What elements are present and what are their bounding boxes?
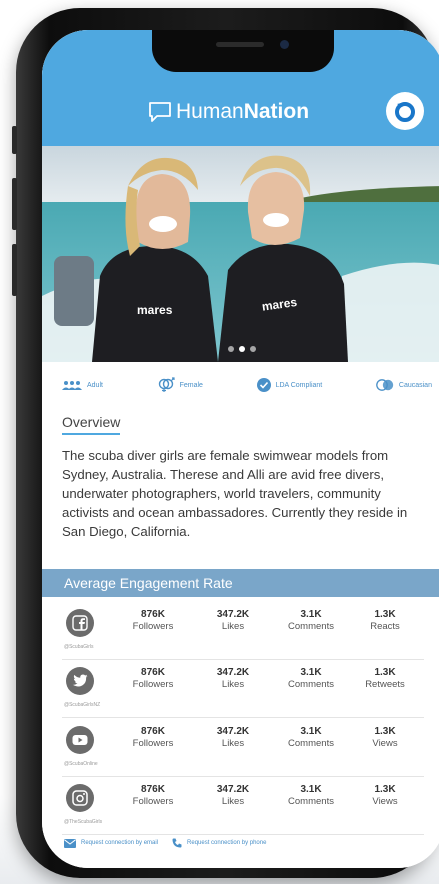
stat-followers: 876K Followers	[132, 609, 174, 632]
engagement-row-facebook[interactable]: @ScubaGirls 876K Followers 347.2K Likes 3.…	[62, 603, 424, 660]
humannation-logo-icon	[395, 102, 415, 122]
brand-name-bold: Nation	[243, 100, 310, 123]
stat-likes: 347.2K Likes	[216, 609, 250, 632]
social-handle: @ScubaOnline	[64, 761, 98, 767]
connect-actions: Request connection by email Request conn…	[64, 838, 266, 848]
twitter-icon[interactable]	[66, 667, 94, 695]
attribute-lda-compliant: LDA Compliant	[256, 378, 323, 392]
mute-switch	[12, 126, 17, 154]
speech-bubble-icon	[149, 102, 171, 122]
stat-likes: 347.2K Likes	[216, 784, 250, 807]
carousel-dot-active[interactable]	[239, 346, 245, 352]
engagement-header: Average Engagement Rate	[42, 569, 439, 597]
email-icon	[64, 838, 76, 848]
brand-name-light: Human	[176, 100, 244, 123]
stat-comments: 3.1K Comments	[288, 667, 334, 690]
app-screen: Human Nation mares mares Adult Female LD…	[42, 30, 439, 868]
carousel-dots[interactable]	[228, 346, 256, 352]
attribute-label: Caucasian	[398, 381, 432, 389]
attribute-label: Female	[179, 381, 203, 389]
engagement-row-twitter[interactable]: @ScubaGirlsNZ 876K Followers 347.2K Likes …	[62, 661, 424, 718]
attribute-female: Female	[157, 377, 203, 393]
profile-logo-button[interactable]	[386, 92, 424, 130]
check-circle-icon	[256, 378, 271, 392]
stat-followers: 876K Followers	[132, 784, 174, 807]
youtube-icon[interactable]	[66, 726, 94, 754]
phone-icon	[172, 838, 182, 848]
request-email-label: Request connection by email	[81, 840, 159, 846]
attribute-tags: Adult Female LDA Compliant Caucasian	[62, 374, 432, 396]
engagement-row-youtube[interactable]: @ScubaOnline 876K Followers 347.2K Likes 3…	[62, 720, 424, 777]
engagement-row-instagram[interactable]: @TheScubaGirls 876K Followers 347.2K Likes…	[62, 778, 424, 835]
attribute-label: LDA Compliant	[275, 381, 323, 389]
carousel-dot[interactable]	[228, 346, 234, 352]
social-handle: @ScubaGirls	[64, 644, 94, 650]
volume-up-button	[12, 178, 17, 230]
attribute-label: Adult	[87, 381, 103, 389]
social-handle: @ScubaGirlsNZ	[64, 702, 101, 708]
attribute-adult: Adult	[62, 380, 103, 390]
volume-down-button	[12, 244, 17, 296]
hero-image[interactable]: mares mares	[42, 146, 439, 362]
phone-notch	[152, 30, 334, 72]
stat-likes: 347.2K Likes	[216, 667, 250, 690]
request-phone-link[interactable]: Request connection by phone	[172, 838, 266, 848]
group-icon	[62, 381, 82, 390]
stat-views: 1.3K Views	[372, 726, 398, 749]
svg-text:mares: mares	[137, 303, 173, 317]
attribute-caucasian: Caucasian	[376, 379, 432, 391]
facebook-icon[interactable]	[66, 609, 94, 637]
request-email-link[interactable]: Request connection by email	[64, 838, 159, 848]
overview-text: The scuba diver girls are female swimwea…	[62, 448, 408, 539]
stat-comments: 3.1K Comments	[288, 726, 334, 749]
carousel-dot[interactable]	[250, 346, 256, 352]
stat-views: 1.3K Views	[372, 784, 398, 807]
front-camera	[280, 40, 289, 49]
ethnicity-icon	[376, 379, 394, 391]
stat-followers: 876K Followers	[132, 667, 174, 690]
stat-reacts: 1.3K Reacts	[370, 609, 400, 632]
social-handle: @TheScubaGirls	[64, 819, 103, 825]
instagram-icon[interactable]	[66, 784, 94, 812]
gender-icon	[158, 377, 175, 392]
stat-likes: 347.2K Likes	[216, 726, 250, 749]
overview-heading: Overview	[62, 414, 121, 435]
scuba-divers-photo: mares mares	[42, 146, 439, 362]
stat-comments: 3.1K Comments	[288, 784, 334, 807]
brand-logo[interactable]: Human Nation	[148, 96, 309, 128]
earpiece-speaker	[216, 42, 264, 47]
stat-retweets: 1.3K Retweets	[365, 667, 405, 690]
request-phone-label: Request connection by phone	[187, 840, 267, 846]
stat-comments: 3.1K Comments	[288, 609, 334, 632]
stat-followers: 876K Followers	[132, 726, 174, 749]
